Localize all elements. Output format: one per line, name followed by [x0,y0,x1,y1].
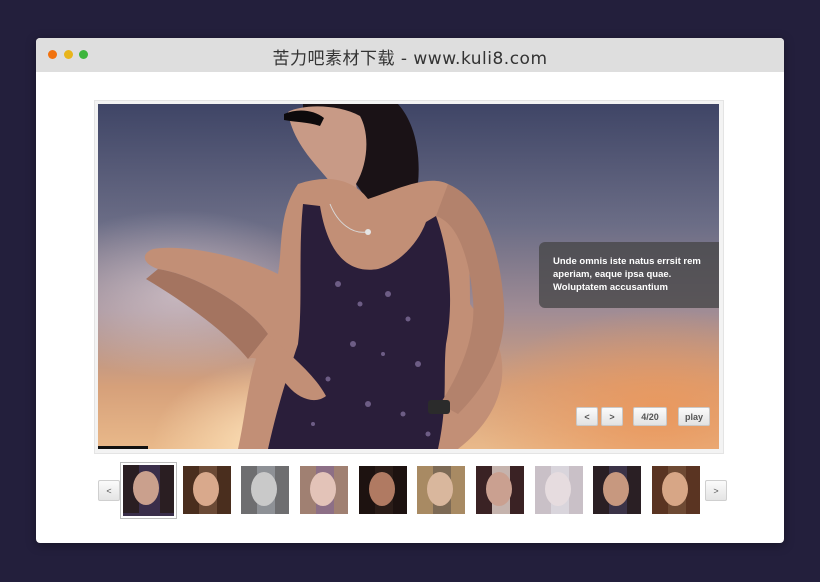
thumbnail-hair [334,466,348,514]
thumbnail-hair [393,466,407,514]
thumbnail-hair [627,466,641,514]
thumbnail-hair [686,466,700,514]
thumbnail-face [133,471,159,505]
thumbnail-item[interactable] [593,466,641,514]
thumbnail-hair [569,466,583,514]
slide-progress-bar [98,446,148,449]
thumbnail-item[interactable] [417,466,465,514]
slide-prev-button[interactable]: < [576,407,598,426]
thumbnail-face [662,472,688,506]
thumbnail-face [427,472,453,506]
window-title: 苦力吧素材下载 - www.kuli8.com [272,49,548,69]
title-bar: 苦力吧素材下载 - www.kuli8.com [36,38,784,72]
thumbnail-hair [160,465,174,513]
thumbnail-hair [275,466,289,514]
thumbnail-face [310,472,336,506]
slide-next-button[interactable]: > [601,407,623,426]
thumbnail-face [545,472,571,506]
slide-image[interactable]: Unde omnis iste natus errsit rem aperiam… [98,104,719,449]
thumbnail-face [193,472,219,506]
thumbnail-face [486,472,512,506]
thumbnail-item[interactable] [359,466,407,514]
thumbnails-next-button[interactable]: > [705,480,727,501]
thumbnail-item[interactable] [300,466,348,514]
thumbnail-face [603,472,629,506]
thumbnail-hair [451,466,465,514]
thumbnails-prev-button[interactable]: < [98,480,120,501]
thumbnail-hair [510,466,524,514]
browser-window: 苦力吧素材下载 - www.kuli8.com Unde omnis iste … [36,38,784,543]
slide-caption: Unde omnis iste natus errsit rem aperiam… [539,242,719,308]
thumbnail-face [369,472,395,506]
slider-stage: Unde omnis iste natus errsit rem aperiam… [94,100,724,454]
thumbnail-hair [217,466,231,514]
play-button[interactable]: play [678,407,710,426]
thumbnail-item[interactable] [535,466,583,514]
thumbnail-item[interactable] [183,466,231,514]
thumbnail-item[interactable] [476,466,524,514]
thumbnail-item[interactable] [652,466,700,514]
thumbnail-item[interactable] [121,463,176,518]
thumbnail-item[interactable] [241,466,289,514]
slide-counter: 4/20 [633,407,667,426]
thumbnail-face [251,472,277,506]
